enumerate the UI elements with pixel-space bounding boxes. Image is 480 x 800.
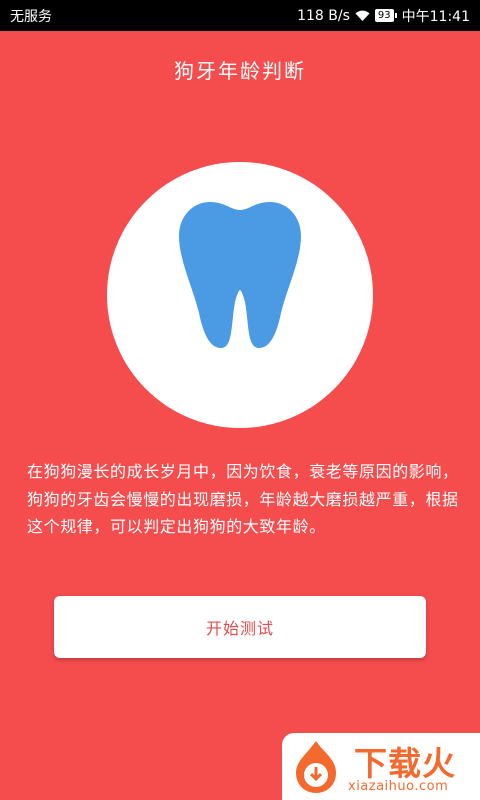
description-text: 在狗狗漫长的成长岁月中，因为饮食，衰老等原因的影响，狗狗的牙齿会慢慢的出现磨损，… — [27, 462, 459, 536]
tooth-icon — [179, 202, 301, 348]
tooth-circle — [107, 162, 373, 428]
page-title: 狗牙年龄判断 — [174, 59, 306, 83]
status-bar: 无服务 118 B/s 93 中午11:41 — [0, 0, 480, 31]
start-test-button[interactable]: 开始测试 — [54, 596, 426, 658]
battery-level: 93 — [374, 9, 394, 22]
battery-tip — [394, 13, 397, 18]
status-icons: 118 B/s 93 中午11:41 — [297, 6, 470, 26]
watermark: 下载火 xiazaihuo.com — [282, 733, 480, 800]
fire-download-icon — [296, 741, 336, 793]
battery-icon: 93 — [374, 9, 397, 22]
network-speed: 118 B/s — [297, 7, 350, 24]
wifi-icon — [355, 10, 370, 22]
clock: 中午11:41 — [401, 8, 470, 25]
watermark-url: xiazaihuo.com — [348, 779, 449, 794]
carrier-text: 无服务 — [10, 8, 52, 25]
watermark-brand: 下载火 — [354, 744, 456, 783]
